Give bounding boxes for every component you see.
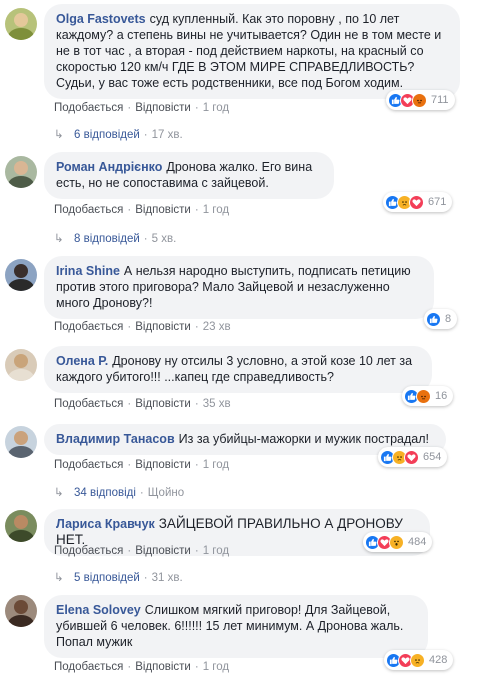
replies-count[interactable]: 5 відповідей [74,572,140,584]
comment-author[interactable]: Olga Fastovets [56,12,146,26]
comment-bubble: Роман Андрієнко Дронова жалко. Его вина е… [44,152,334,199]
comment-time[interactable]: 1 год [203,459,229,471]
comment-text: Дронову ну отсилы 3 условно, а этой козе… [56,354,413,384]
avatar[interactable] [5,259,37,291]
reply-link[interactable]: Відповісти [135,398,191,410]
view-replies[interactable]: ↳ 5 відповідей · 31 хв. [54,571,183,585]
reply-arrow-icon: ↳ [54,129,64,141]
sad-icon [410,652,425,668]
like-link[interactable]: Подобається [54,321,123,333]
reaction-summary[interactable]: 671 [383,192,453,212]
avatar[interactable] [5,8,37,40]
comment-bubble: Olga Fastovets суд купленный. Как это пор… [44,4,460,99]
comment-time[interactable]: 1 год [203,661,229,673]
view-replies[interactable]: ↳ 8 відповідей · 5 хв. [54,232,176,246]
comment-author[interactable]: Владимир Танасов [56,432,175,446]
avatar[interactable] [5,426,37,458]
reaction-count: 711 [431,94,449,106]
comment-author[interactable]: Elena Solovey [56,603,141,617]
comment-time[interactable]: 1 год [203,204,229,216]
like-link[interactable]: Подобається [54,398,123,410]
reaction-summary[interactable]: 8 [424,309,458,329]
comment-actions: Подобається · Відповісти · 1 год [54,459,230,471]
comment-actions: Подобається · Відповісти · 1 год [54,102,230,114]
comment-time[interactable]: 1 год [203,102,229,114]
comment-actions: Подобається · Відповісти · 1 год [54,661,230,673]
reply-link[interactable]: Відповісти [135,204,191,216]
comment-bubble: Олена Р. Дронову ну отсилы 3 условно, а э… [44,346,432,393]
avatar[interactable] [5,510,37,542]
comment-time[interactable]: 1 год [203,545,229,557]
comment-time[interactable]: 35 хв [203,398,231,410]
love-icon [404,449,419,465]
reaction-summary[interactable]: 711 [386,90,455,110]
angry-icon [412,92,427,108]
comment-actions: Подобається · Відповісти · 23 хв [54,321,231,333]
comment-actions: Подобається · Відповісти · 1 год [54,204,230,216]
reaction-count: 16 [435,390,448,402]
replies-time: Щойно [147,487,185,499]
comment-text: Из за убийцы-мажорки и мужик пострадал! [178,432,430,446]
replies-time: 5 хв. [151,233,177,245]
reply-link[interactable]: Відповісти [135,459,191,471]
reaction-summary[interactable]: 654 [378,447,448,467]
reaction-summary[interactable]: 16 [402,386,454,406]
comment-actions: Подобається · Відповісти · 35 хв [54,398,231,410]
like-link[interactable]: Подобається [54,661,123,673]
like-link[interactable]: Подобається [54,459,123,471]
like-link[interactable]: Подобається [54,204,123,216]
like-link[interactable]: Подобається [54,545,123,557]
comment-actions: Подобається · Відповісти · 1 год [54,545,230,557]
replies-count[interactable]: 34 відповіді [74,487,136,499]
replies-count[interactable]: 8 відповідей [74,233,140,245]
reply-arrow-icon: ↳ [54,233,64,245]
reaction-summary[interactable]: 428 [384,650,454,670]
view-replies[interactable]: ↳ 34 відповіді · Щойно [54,486,184,500]
reply-arrow-icon: ↳ [54,487,64,499]
angry-icon [416,388,431,404]
replies-time: 17 хв. [151,129,183,141]
avatar[interactable] [5,349,37,381]
avatar[interactable] [5,156,37,188]
reply-link[interactable]: Відповісти [135,102,191,114]
reaction-count: 654 [423,451,442,463]
wow-icon [389,534,404,550]
reaction-count: 671 [428,196,447,208]
comment-author[interactable]: Irina Shine [56,264,120,278]
reply-link[interactable]: Відповісти [135,321,191,333]
comment-bubble: Irina Shine А нельзя народно выступить, п… [44,256,434,319]
love-icon [409,194,424,210]
view-replies[interactable]: ↳ 6 відповідей · 17 хв. [54,128,183,142]
reply-link[interactable]: Відповісти [135,545,191,557]
replies-count[interactable]: 6 відповідей [74,129,140,141]
comment-author[interactable]: Лариса Кравчук [56,517,155,531]
reaction-count: 8 [445,313,452,325]
reaction-summary[interactable]: 484 [363,532,433,552]
reaction-count: 484 [408,536,427,548]
reaction-count: 428 [429,654,448,666]
avatar[interactable] [5,595,37,627]
comment-author[interactable]: Роман Андрієнко [56,160,162,174]
comment-author[interactable]: Олена Р. [56,354,108,368]
replies-time: 31 хв. [151,572,183,584]
like-link[interactable]: Подобається [54,102,123,114]
reply-link[interactable]: Відповісти [135,661,191,673]
comment-time[interactable]: 23 хв [203,321,231,333]
like-icon [426,311,441,327]
reply-arrow-icon: ↳ [54,572,64,584]
comment-bubble: Elena Solovey Слишком мягкий приговор! Дл… [44,595,428,658]
